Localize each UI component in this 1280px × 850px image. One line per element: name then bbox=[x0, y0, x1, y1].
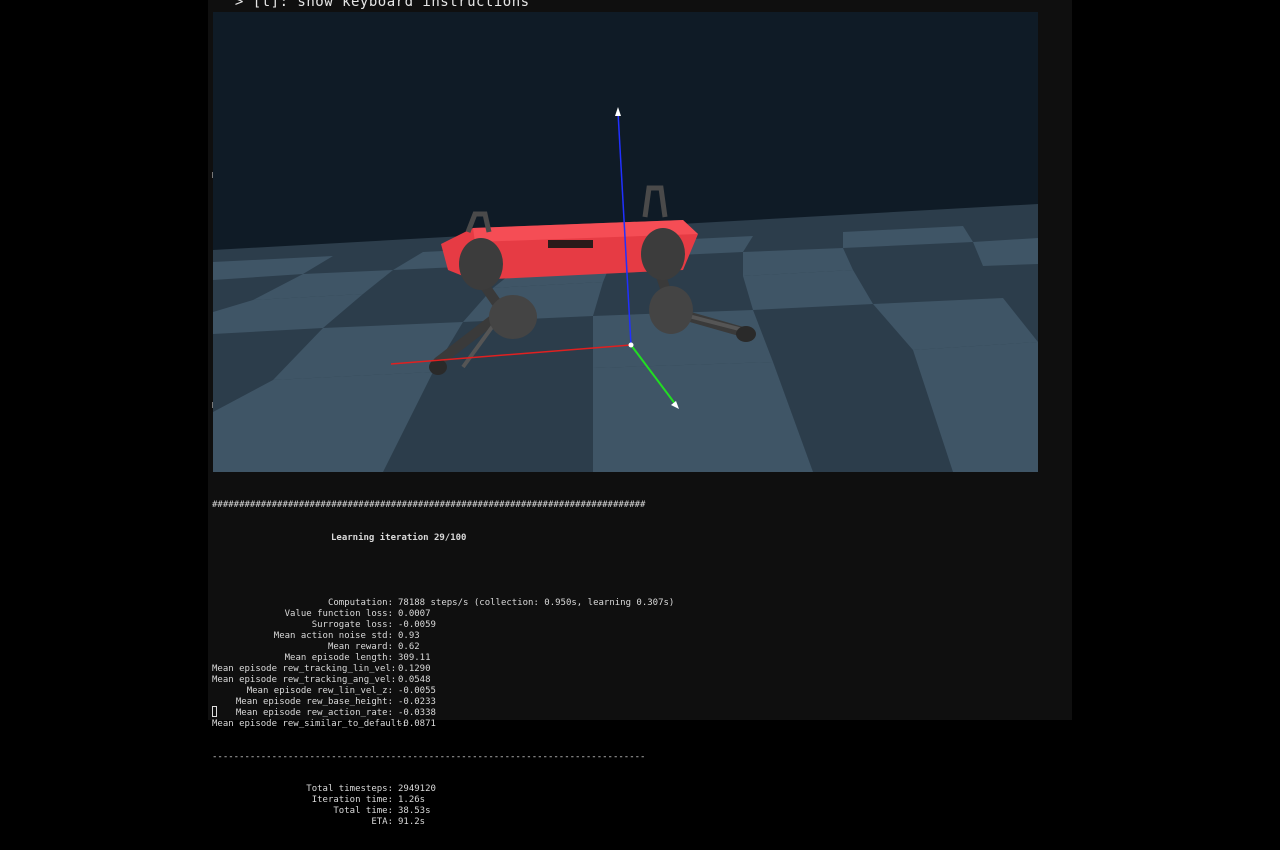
stat-key: Total time: bbox=[333, 806, 393, 817]
stat-row: Total timesteps: 2949120 bbox=[212, 784, 1062, 795]
stat-value: 2949120 bbox=[398, 784, 436, 795]
stat-key: Mean action noise std: bbox=[273, 631, 393, 642]
stat-value: -0.0233 bbox=[398, 696, 436, 707]
stat-row: Mean episode rew_tracking_ang_vel: 0.0548 bbox=[212, 675, 1062, 686]
stat-value: 1.26s bbox=[398, 795, 426, 806]
dash-separator: ----------------------------------------… bbox=[212, 751, 646, 762]
stat-key: Iteration time: bbox=[311, 795, 393, 806]
stat-value: 38.53s bbox=[398, 806, 431, 817]
stat-value: -0.0871 bbox=[398, 718, 436, 729]
stat-key: Mean episode length: bbox=[284, 653, 393, 664]
stat-key: Mean episode rew_similar_to_default: bbox=[212, 718, 408, 729]
stat-value: 0.0548 bbox=[398, 675, 431, 685]
terminal-cursor[interactable] bbox=[212, 706, 217, 717]
stat-value: 0.93 bbox=[398, 631, 420, 642]
stat-row: ETA: 91.2s bbox=[212, 817, 1062, 828]
stat-value: 78188 steps/s (collection: 0.950s, learn… bbox=[398, 598, 675, 609]
stat-key: Mean episode rew_lin_vel_z: bbox=[246, 685, 393, 696]
stat-value: -0.0338 bbox=[398, 707, 436, 718]
stat-value: 0.1290 bbox=[398, 664, 431, 675]
totals-list: Total timesteps: 2949120 Iteration time: 1.… bbox=[212, 784, 1062, 828]
iteration-title: Learning iteration 29/100 bbox=[331, 532, 467, 543]
stat-key: Total timesteps: bbox=[306, 784, 393, 795]
stat-row: Value function loss: 0.0007 bbox=[212, 609, 1062, 620]
stat-key: Value function loss: bbox=[284, 609, 393, 620]
stat-key: Computation: bbox=[327, 598, 393, 609]
viewer-instructions-text: > [t]: show keyboard instructions bbox=[226, 0, 530, 10]
stat-row: Mean action noise std: 0.93 bbox=[212, 631, 1062, 642]
stat-key: ETA: bbox=[371, 817, 393, 828]
stat-row: Mean reward: 0.62 bbox=[212, 642, 1062, 653]
stat-value: 0.0007 bbox=[398, 609, 431, 620]
stat-value: 309.11 bbox=[398, 653, 431, 664]
simulation-scene bbox=[213, 12, 1038, 472]
stats-list: Computation: 78188 steps/s (collection: 0… bbox=[212, 598, 1062, 729]
stat-key: Surrogate loss: bbox=[311, 620, 393, 631]
stat-key: Mean episode rew_action_rate: bbox=[235, 707, 393, 718]
stat-row: Mean episode rew_base_height: -0.0233 bbox=[212, 697, 1062, 708]
stat-row: Computation: 78188 steps/s (collection: 0… bbox=[212, 598, 1062, 609]
edge-marker bbox=[212, 402, 213, 408]
edge-marker bbox=[212, 172, 213, 178]
stat-row: Total time: 38.53s bbox=[212, 806, 1062, 817]
stat-key: Mean episode rew_tracking_lin_vel: bbox=[212, 664, 397, 675]
stat-value: 0.62 bbox=[398, 642, 420, 653]
stat-value: 91.2s bbox=[398, 817, 426, 828]
stat-key: Mean episode rew_base_height: bbox=[235, 696, 393, 707]
stat-key: Mean reward: bbox=[327, 642, 393, 653]
hash-separator: ########################################… bbox=[212, 499, 646, 510]
stat-value: -0.0059 bbox=[398, 620, 436, 631]
stat-key: Mean episode rew_tracking_ang_vel: bbox=[212, 675, 397, 685]
simulation-viewport[interactable] bbox=[213, 12, 1038, 472]
terminal-window: > [t]: show keyboard instructions ######… bbox=[208, 0, 1072, 827]
stat-row: Mean episode rew_action_rate: -0.0338 bbox=[212, 708, 1062, 719]
stat-row: Iteration time: 1.26s bbox=[212, 795, 1062, 806]
stat-row: Surrogate loss: -0.0059 bbox=[212, 620, 1062, 631]
stat-row: Mean episode rew_tracking_lin_vel: 0.1290 bbox=[212, 664, 1062, 675]
stat-value: -0.0055 bbox=[398, 685, 436, 696]
training-log: ########################################… bbox=[212, 478, 1062, 850]
stat-row: Mean episode rew_similar_to_default: -0.0… bbox=[212, 719, 1062, 730]
stat-row: Mean episode length: 309.11 bbox=[212, 653, 1062, 664]
stat-row: Mean episode rew_lin_vel_z: -0.0055 bbox=[212, 686, 1062, 697]
